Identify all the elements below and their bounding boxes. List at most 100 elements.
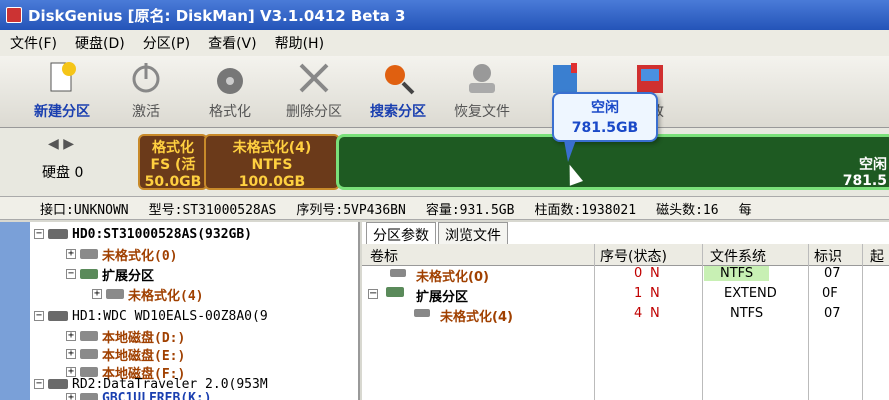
tab-browse-files[interactable]: 浏览文件 xyxy=(438,222,508,244)
row-partition-icon xyxy=(414,306,430,321)
row-label: 未格式化(0) xyxy=(416,270,489,285)
info-interface: 接口:UNKNOWN xyxy=(40,202,129,218)
tree-item-hd0-p4[interactable]: + 未格式化(4) xyxy=(92,284,203,304)
column-header-index[interactable]: 序号(状态) xyxy=(600,246,667,266)
free-space-block[interactable]: 空闲 781.5 xyxy=(336,134,889,190)
info-heads: 磁头数:16 xyxy=(656,202,719,218)
tab-partition-params[interactable]: 分区参数 xyxy=(366,222,436,244)
tooltip-label: 空闲 xyxy=(591,100,619,116)
row-extended-icon xyxy=(386,286,404,301)
row-index: 4 xyxy=(634,306,643,321)
menu-file[interactable]: 文件(F) xyxy=(10,33,57,53)
title-bar: DiskGenius [原名: DiskMan] V3.1.0412 Beta … xyxy=(0,0,889,30)
window-title: DiskGenius [原名: DiskMan] V3.1.0412 Beta … xyxy=(28,6,406,25)
expand-toggle[interactable]: + xyxy=(66,349,76,359)
row-label: 未格式化(4) xyxy=(440,310,513,325)
search-partition-label: 搜索分区 xyxy=(370,104,426,120)
expand-toggle[interactable]: + xyxy=(66,331,76,341)
table-row[interactable]: 未格式化(4) 4 N NTFS 07 xyxy=(362,304,889,325)
tree-item-label: 本地磁盘(E:) xyxy=(102,348,186,364)
partition-name: 格式化 xyxy=(152,140,194,156)
partition-icon xyxy=(106,289,124,299)
partition-icon xyxy=(80,349,98,359)
collapse-toggle[interactable]: − xyxy=(368,289,378,299)
menu-bar: 文件(F) 硬盘(D) 分区(P) 查看(V) 帮助(H) xyxy=(0,30,889,56)
recover-files-button[interactable]: 恢复文件 xyxy=(442,59,522,127)
grid-header: 卷标 序号(状态) 文件系统 标识 起 xyxy=(362,244,889,266)
tree-item-label: HD1:WDC WD10EALS-00Z8A0(9 xyxy=(72,308,268,324)
tooltip-tail xyxy=(564,140,576,162)
format-icon xyxy=(217,68,243,94)
disk-info-bar: 接口:UNKNOWN 型号:ST31000528AS 序列号:5VP436BN … xyxy=(0,196,889,220)
activate-label: 激活 xyxy=(132,104,160,120)
delete-partition-button[interactable]: 删除分区 xyxy=(274,59,354,127)
collapse-toggle[interactable]: − xyxy=(66,269,76,279)
column-header-id[interactable]: 标识 xyxy=(814,246,842,266)
partition-icon xyxy=(80,331,98,341)
expand-toggle[interactable]: + xyxy=(66,249,76,259)
column-header-fs[interactable]: 文件系统 xyxy=(710,246,766,266)
info-capacity: 容量:931.5GB xyxy=(425,202,515,218)
delete-partition-label: 删除分区 xyxy=(286,104,342,120)
info-model: 型号:ST31000528AS xyxy=(148,202,277,218)
partition-fs: FS (活 xyxy=(150,157,196,173)
collapse-toggle[interactable]: − xyxy=(34,229,44,239)
disk-tree: − HD0:ST31000528AS(932GB) + 未格式化(0) − 扩展… xyxy=(30,222,360,400)
format-label: 格式化 xyxy=(209,104,251,120)
partition-fs: NTFS xyxy=(251,157,293,173)
menu-help[interactable]: 帮助(H) xyxy=(275,33,324,53)
disk-nav-arrows[interactable]: ◀ ▶ xyxy=(48,136,74,152)
tree-item-rd2-k[interactable]: + GBC1ULFREB(K:) xyxy=(66,388,212,400)
row-fs: NTFS xyxy=(704,266,770,281)
free-space-tooltip: 空闲 781.5GB xyxy=(552,92,658,142)
collapse-toggle[interactable]: − xyxy=(34,311,44,321)
delete-partition-icon xyxy=(299,63,329,93)
tree-item-label: HD0:ST31000528AS(932GB) xyxy=(72,226,253,242)
tree-item-hd1-e[interactable]: + 本地磁盘(E:) xyxy=(66,344,185,364)
format-button[interactable]: 格式化 xyxy=(190,59,270,127)
search-partition-icon xyxy=(385,65,415,95)
activate-icon xyxy=(132,63,160,93)
row-status: N xyxy=(650,306,660,321)
tree-item-hd0-extended[interactable]: − 扩展分区 xyxy=(66,264,154,284)
expand-toggle[interactable]: + xyxy=(66,393,76,400)
expand-toggle[interactable]: + xyxy=(92,289,102,299)
menu-disk[interactable]: 硬盘(D) xyxy=(75,33,125,53)
search-partition-button[interactable]: 搜索分区 xyxy=(358,59,438,127)
partition-size: 100.0GB xyxy=(238,174,306,190)
row-fs: NTFS xyxy=(730,306,764,321)
tree-item-label: 未格式化(0) xyxy=(102,248,178,264)
table-row[interactable]: 未格式化(0) 0 N NTFS 07 xyxy=(362,264,889,285)
row-index: 0 xyxy=(634,266,643,281)
new-partition-label: 新建分区 xyxy=(34,104,90,120)
new-partition-button[interactable]: 新建分区 xyxy=(22,59,102,127)
column-header-start[interactable]: 起 xyxy=(870,246,884,266)
info-sectors: 每 xyxy=(738,202,752,218)
menu-partition[interactable]: 分区(P) xyxy=(143,33,190,53)
disk-icon xyxy=(48,311,68,321)
tree-item-hd1[interactable]: − HD1:WDC WD10EALS-00Z8A0(9 xyxy=(34,306,268,326)
partition-name: 未格式化(4) xyxy=(232,140,312,156)
info-serial: 序列号:5VP436BN xyxy=(296,202,406,218)
tree-item-label: 本地磁盘(D:) xyxy=(102,330,186,346)
row-id: 0F xyxy=(822,286,838,301)
collapse-toggle[interactable]: − xyxy=(34,379,44,389)
row-fs: EXTEND xyxy=(724,286,777,301)
menu-view[interactable]: 查看(V) xyxy=(208,33,257,53)
disk-icon xyxy=(48,379,68,389)
partition-block[interactable]: 格式化 FS (活 50.0GB xyxy=(138,134,208,190)
partition-icon xyxy=(80,393,98,400)
row-status: N xyxy=(650,286,660,301)
column-header-label[interactable]: 卷标 xyxy=(370,246,398,266)
tree-item-hd0[interactable]: − HD0:ST31000528AS(932GB) xyxy=(34,224,252,244)
free-space-label: 空闲 xyxy=(859,157,887,173)
disk-icon xyxy=(48,229,68,239)
table-row[interactable]: − 扩展分区 1 N EXTEND 0F xyxy=(362,284,889,305)
partition-block[interactable]: 未格式化(4) NTFS 100.0GB xyxy=(204,134,340,190)
activate-button[interactable]: 激活 xyxy=(106,59,186,127)
tree-item-label: GBC1ULFREB(K:) xyxy=(102,390,212,400)
disk-map-label: 硬盘 0 xyxy=(42,165,84,181)
tree-item-hd0-p0[interactable]: + 未格式化(0) xyxy=(66,244,177,264)
app-icon xyxy=(6,7,22,23)
tree-item-hd1-d[interactable]: + 本地磁盘(D:) xyxy=(66,326,185,346)
